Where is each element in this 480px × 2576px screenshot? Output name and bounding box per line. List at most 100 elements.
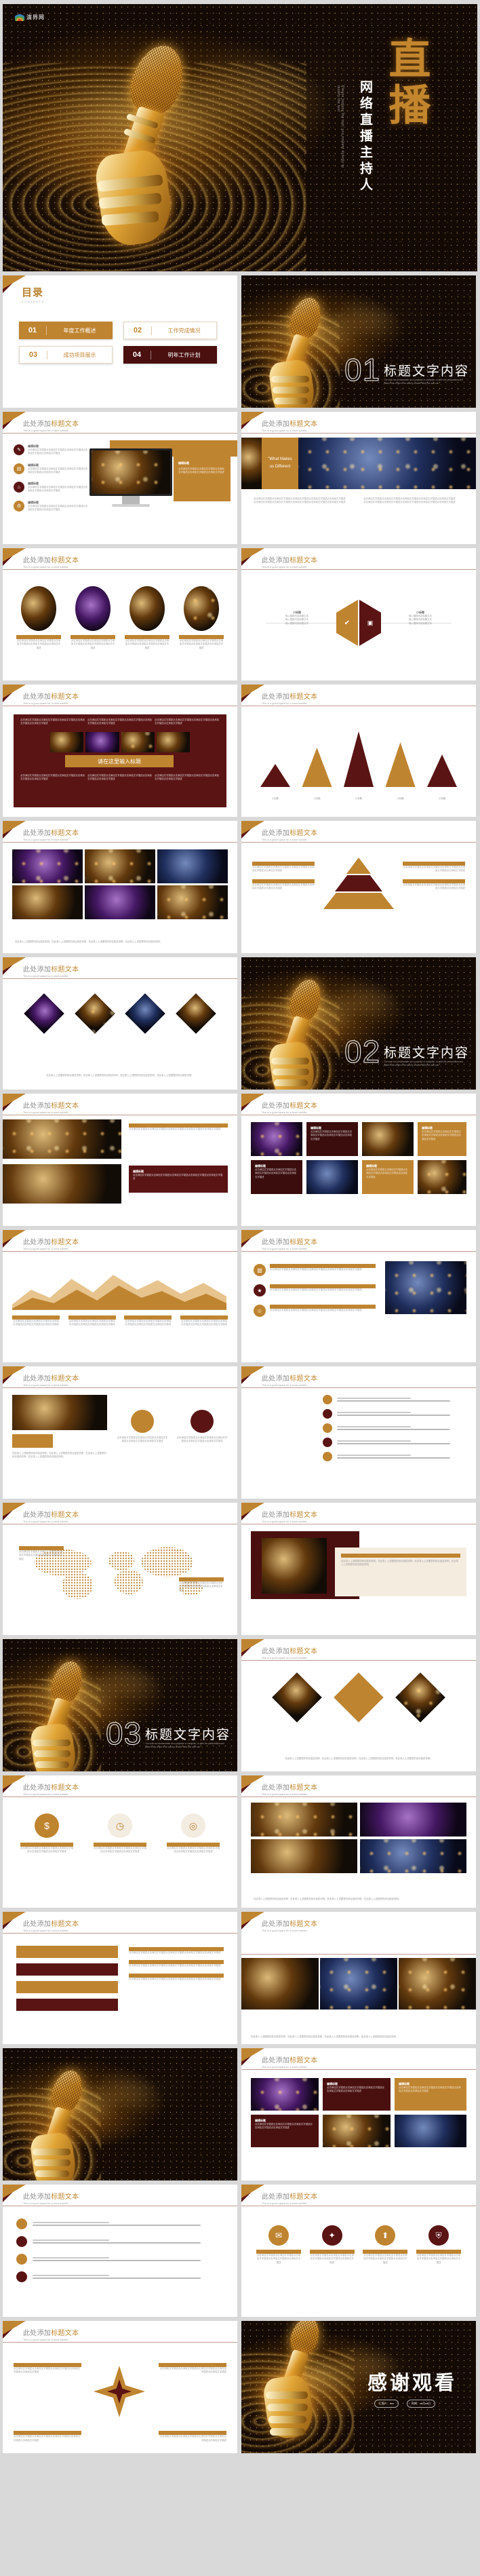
numbered-item[interactable] (323, 1452, 460, 1461)
slide-section-04[interactable] (3, 2048, 237, 2180)
grid-photo[interactable] (251, 1803, 357, 1837)
icon-circle-item[interactable]: ✦ 编辑标题 点击添加文字描述点击添加文字描述点击添加文字描述点击添加文字描述点… (309, 2225, 355, 2265)
pair-photo[interactable] (251, 2078, 319, 2111)
card-photo[interactable] (251, 1122, 302, 1156)
diamond-photo[interactable] (24, 993, 64, 1034)
slide-photo-text-panel[interactable]: 此处添加标题文本 This is a good space for a shor… (241, 1503, 476, 1635)
stage-photo[interactable] (85, 849, 155, 883)
slide-percent-cards[interactable]: 此处添加标题文本 This is a good space for a shor… (3, 1366, 237, 1499)
circle-item[interactable]: 编辑标题 点击添加文字描述点击添加文字描述点击添加文字描述点击添加文字描述点击添… (179, 586, 224, 650)
toc-item-04[interactable]: 04 明年工作计划 (123, 346, 217, 364)
numbered-item[interactable] (323, 1438, 460, 1447)
slide-diamond-photos[interactable]: 此处添加标题文本 This is a good space for a shor… (3, 957, 237, 1090)
slide-bowtie[interactable]: 此处添加标题文本 This is a good space for a shor… (241, 548, 476, 680)
slide-quote-photo[interactable]: 此处添加标题文本 This is a good space for a shor… (241, 412, 476, 544)
list-item[interactable]: ✎ 编辑标题 点击添加文字描述点击添加文字描述点击添加文字描述点击添加文字描述点… (14, 444, 88, 456)
slide-section-03[interactable]: 03 标题文字内容 The user can demonstrate on a … (3, 1639, 237, 1771)
badge-item[interactable]: $ 编辑标题 点击添加文字描述点击添加文字描述点击添加文字描述点击添加文字描述点… (20, 1813, 73, 1854)
pair-card-maroon[interactable]: 编辑标题 点击添加文字描述点击添加文字描述点击添加文字描述点击添加文字描述点击添… (323, 2078, 391, 2111)
numbered-item[interactable] (323, 1423, 460, 1433)
toc-item-02[interactable]: 02 工作完成情况 (123, 322, 217, 339)
slide-photo-collage-red[interactable]: 此处添加标题文本 This is a good space for a shor… (3, 685, 237, 817)
slide-card-grid-dark[interactable]: 此处添加标题文本 This is a good space for a shor… (241, 1094, 476, 1226)
card-photo[interactable] (418, 1160, 466, 1194)
stage-photo[interactable] (157, 885, 228, 919)
list-item[interactable]: ⌂ 编辑标题 点击添加文字描述点击添加文字描述点击添加文字描述点击添加文字描述点… (14, 482, 88, 493)
card-dark[interactable]: 编辑标题 点击添加文字描述点击添加文字描述点击添加文字描述点击添加文字描述点击添… (306, 1122, 358, 1156)
timeline-row[interactable] (16, 2271, 224, 2282)
diamond-photo[interactable] (74, 993, 115, 1034)
mosaic-photo[interactable] (241, 1958, 319, 2010)
pyramid-level-1[interactable] (346, 858, 371, 874)
slide-photo-mosaic[interactable]: 此处添加标题文本 This is a good space for a shor… (241, 1912, 476, 2044)
slide-card-pair-dark[interactable]: 此处添加标题文本 This is a good space for a shor… (241, 2048, 476, 2180)
card-dark[interactable]: 编辑标题 点击添加文字描述点击添加文字描述点击添加文字描述点击添加文字描述点击添… (251, 1160, 302, 1194)
icon-list-item[interactable]: ★ 编辑标题 点击添加文字描述点击添加文字描述点击添加文字描述点击添加文字描述点击… (254, 1284, 376, 1296)
slide-podium-chart[interactable]: 此处添加标题文本 This is a good space for a shor… (241, 685, 476, 817)
slide-section-01[interactable]: 01 标题文字内容 The user can demonstrate on a … (241, 275, 476, 408)
slide-section-02[interactable]: 02 标题文字内容 The user can demonstrate on a … (241, 957, 476, 1090)
slide-thanks[interactable]: 感谢观看 汇报人：xxx 时间：xx月xx日 (241, 2321, 476, 2453)
slide-chevron-steps[interactable]: 此处添加标题文本 This is a good space for a shor… (3, 1912, 237, 2044)
star-label-tl[interactable]: 编辑标题 点击添加文字描述点击添加文字描述点击添加文字描述点击添加文字描述点击添… (14, 2363, 81, 2375)
pair-photo[interactable] (395, 2115, 466, 2147)
slide-numbered-list[interactable]: 此处添加标题文本 This is a good space for a shor… (241, 1366, 476, 1499)
slide-four-circles[interactable]: 此处添加标题文本 This is a good space for a shor… (3, 548, 237, 680)
pair-card-maroon[interactable]: 编辑标题 点击添加文字描述点击添加文字描述点击添加文字描述点击添加文字描述点击添… (251, 2115, 319, 2147)
slide-three-badges[interactable]: 此处添加标题文本 This is a good space for a shor… (3, 1775, 237, 1908)
stage-photo[interactable] (12, 849, 83, 883)
slide-mountain-chart[interactable]: 此处添加标题文本 This is a good space for a shor… (3, 1230, 237, 1362)
map-pin-left[interactable]: 点击编辑标题 点击添加文字描述点击添加文字描述点击添加文字描述点击添加文字描述点… (19, 1546, 64, 1561)
stage-photo[interactable] (85, 885, 155, 919)
slide-stage-photos[interactable]: 此处添加标题文本 This is a good space for a shor… (3, 821, 237, 953)
pyramid-level-2[interactable] (335, 875, 382, 891)
icon-list-item[interactable]: ▧ 编辑标题 点击添加文字描述点击添加文字描述点击添加文字描述点击添加文字描述点击… (254, 1264, 376, 1276)
slide-wide-photo-text[interactable]: 此处添加标题文本 This is a good space for a shor… (3, 1094, 237, 1226)
numbered-item[interactable] (323, 1395, 460, 1404)
diamond-photo[interactable] (176, 993, 216, 1034)
grid-photo[interactable] (360, 1803, 466, 1837)
toc-item-03[interactable]: 03 成功项目展示 (19, 346, 113, 364)
gallery-diamond-gold[interactable] (334, 1672, 384, 1723)
chevron-step[interactable] (16, 1981, 124, 1993)
badge-item[interactable]: ◎ 编辑标题 点击添加文字描述点击添加文字描述点击添加文字描述点击添加文字描述点… (167, 1813, 220, 1854)
badge-item[interactable]: ◷ 编辑标题 点击添加文字描述点击添加文字描述点击添加文字描述点击添加文字描述点… (94, 1813, 146, 1854)
slide-content-monitor[interactable]: 此处添加标题文本 This is a good space for a shor… (3, 412, 237, 544)
icon-list-item[interactable]: ☺ 编辑标题 点击添加文字描述点击添加文字描述点击添加文字描述点击添加文字描述点击… (254, 1305, 376, 1317)
pyramid-level-3[interactable] (323, 893, 394, 909)
slide-icon-row[interactable]: 此处添加标题文本 This is a good space for a shor… (241, 1230, 476, 1362)
grid-photo[interactable] (251, 1839, 357, 1873)
pair-card-gold[interactable]: 编辑标题 点击添加文字描述点击添加文字描述点击添加文字描述点击添加文字描述点击添… (395, 2078, 466, 2111)
mosaic-photo[interactable] (399, 1958, 476, 2010)
gallery-diamond[interactable] (272, 1672, 322, 1723)
card-photo[interactable] (362, 1122, 414, 1156)
map-pin-right[interactable]: 点击编辑标题 点击添加文字描述点击添加文字描述点击添加文字描述点击添加文字描述点… (179, 1577, 224, 1592)
numbered-item[interactable] (323, 1409, 460, 1419)
slide-world-map[interactable]: 此处添加标题文本 This is a good space for a shor… (3, 1503, 237, 1635)
card-photo[interactable] (306, 1160, 358, 1194)
icon-circle-item[interactable]: ⛨ 编辑标题 点击添加文字描述点击添加文字描述点击添加文字描述点击添加文字描述点… (416, 2225, 461, 2265)
mosaic-photo[interactable] (320, 1958, 397, 2010)
chevron-step[interactable] (16, 1999, 124, 2011)
card-gold[interactable]: 编辑标题 点击添加文字描述点击添加文字描述点击添加文字描述点击添加文字描述点击添… (418, 1122, 466, 1156)
diamond-photo[interactable] (125, 993, 166, 1034)
slide-photo-four[interactable]: 此处添加标题文本 This is a good space for a shor… (241, 1775, 476, 1908)
chevron-step[interactable] (16, 1946, 124, 1958)
timeline-row[interactable] (16, 2218, 224, 2229)
chevron-step[interactable] (16, 1963, 124, 1976)
stat-card[interactable]: 点击添加文字描述点击添加文字描述点击添加文字描述点击添加文字描述点击添加文字描述 (117, 1410, 168, 1444)
circle-item[interactable]: 编辑标题 点击添加文字描述点击添加文字描述点击添加文字描述点击添加文字描述点击添… (71, 586, 115, 650)
stage-photo[interactable] (12, 885, 83, 919)
slide-icon-circles[interactable]: 此处添加标题文本 This is a good space for a shor… (241, 2185, 476, 2317)
pair-photo[interactable] (323, 2115, 391, 2147)
gallery-diamond[interactable] (395, 1672, 445, 1723)
slide-star-diagram[interactable]: 此处添加标题文本 This is a good space for a shor… (3, 2321, 237, 2453)
stage-photo[interactable] (157, 849, 228, 883)
timeline-row[interactable] (16, 2254, 224, 2265)
circle-item[interactable]: 编辑标题 点击添加文字描述点击添加文字描述点击添加文字描述点击添加文字描述点击添… (16, 586, 61, 650)
icon-circle-item[interactable]: ✉ 编辑标题 点击添加文字描述点击添加文字描述点击添加文字描述点击添加文字描述点… (256, 2225, 301, 2265)
slide-timeline-arrows[interactable]: 此处添加标题文本 This is a good space for a shor… (3, 2185, 237, 2317)
list-item[interactable]: ▤ 编辑标题 点击添加文字描述点击添加文字描述点击添加文字描述点击添加文字描述点… (14, 463, 88, 475)
slide-diamond-gallery[interactable]: 此处添加标题文本 This is a good space for a shor… (241, 1639, 476, 1771)
star-label-tr[interactable]: 编辑标题 点击添加文字描述点击添加文字描述点击添加文字描述点击添加文字描述点击添… (159, 2363, 226, 2375)
